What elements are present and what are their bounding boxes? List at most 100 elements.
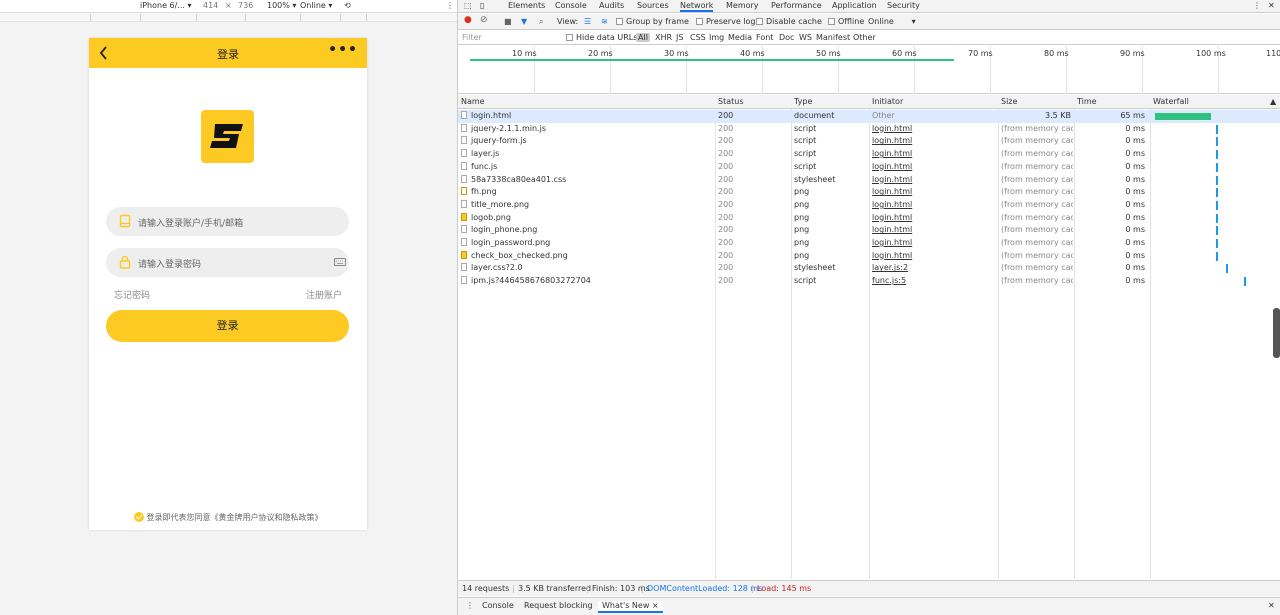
- username-input[interactable]: 请输入登录账户/手机/邮箱: [106, 207, 349, 236]
- cell-initiator[interactable]: login.html: [872, 200, 992, 209]
- throttle-dropdown[interactable]: Online ▾: [868, 17, 916, 26]
- agreement-text[interactable]: 登录即代表您同意《黄金牌用户协议和隐私政策》: [147, 513, 323, 522]
- device-width[interactable]: 414: [203, 1, 218, 10]
- throttle-select[interactable]: Online ▾: [300, 1, 332, 10]
- forgot-password-link[interactable]: 忘记密码: [114, 288, 150, 301]
- table-row[interactable]: logob.png 200 png login.html (from memory ca…: [458, 212, 1280, 225]
- cell-initiator[interactable]: login.html: [872, 251, 992, 260]
- col-type[interactable]: Type: [794, 97, 812, 106]
- cell-initiator[interactable]: login.html: [872, 238, 992, 247]
- cell-name[interactable]: jquery-form.js: [461, 136, 711, 145]
- tab-audits[interactable]: Audits: [599, 1, 624, 10]
- drawer-menu-icon[interactable]: ⋮: [466, 601, 474, 610]
- table-row[interactable]: layer.js 200 script login.html (from memory …: [458, 148, 1280, 161]
- cell-name[interactable]: check_box_checked.png: [461, 250, 711, 260]
- more-icon[interactable]: •••: [328, 42, 358, 58]
- table-row[interactable]: jquery-form.js 200 script login.html (from m…: [458, 135, 1280, 148]
- cell-initiator[interactable]: login.html: [872, 149, 992, 158]
- group-by-frame-checkbox[interactable]: Group by frame: [616, 17, 689, 26]
- table-row[interactable]: 58a7338ca80ea401.css 200 stylesheet login.h…: [458, 174, 1280, 187]
- tab-performance[interactable]: Performance: [771, 1, 822, 10]
- cell-initiator[interactable]: login.html: [872, 124, 992, 133]
- type-filter-manifest[interactable]: Manifest: [816, 33, 850, 42]
- col-status[interactable]: Status: [718, 97, 744, 106]
- drawer-tab-console[interactable]: Console: [482, 601, 514, 610]
- offline-checkbox[interactable]: Offline: [828, 17, 864, 26]
- filter-input[interactable]: Filter: [462, 33, 482, 42]
- zoom-select[interactable]: 100% ▾: [267, 1, 296, 10]
- waterfall-view-icon[interactable]: ≋: [601, 17, 608, 26]
- type-filter-media[interactable]: Media: [728, 33, 752, 42]
- cell-initiator[interactable]: layer.js:2: [872, 263, 992, 272]
- rotate-icon[interactable]: ⟲: [344, 1, 351, 10]
- cell-name[interactable]: login_password.png: [461, 238, 711, 247]
- hide-data-urls-checkbox[interactable]: Hide data URLs: [566, 33, 637, 42]
- tab-network[interactable]: Network: [680, 1, 714, 12]
- cell-initiator[interactable]: login.html: [872, 175, 992, 184]
- cell-initiator[interactable]: Other: [872, 111, 992, 120]
- list-view-icon[interactable]: ☰: [584, 17, 591, 26]
- cell-name[interactable]: layer.js: [461, 149, 711, 158]
- table-row[interactable]: login_password.png 200 png login.html (from …: [458, 237, 1280, 250]
- table-row[interactable]: check_box_checked.png 200 png login.html (fr…: [458, 250, 1280, 263]
- table-row[interactable]: func.js 200 script login.html (from memory c…: [458, 161, 1280, 174]
- cell-initiator[interactable]: login.html: [872, 225, 992, 234]
- devtools-menu-icon[interactable]: ⋮: [1253, 1, 1261, 10]
- cell-initiator[interactable]: login.html: [872, 187, 992, 196]
- tab-sources[interactable]: Sources: [637, 1, 669, 10]
- cell-initiator[interactable]: login.html: [872, 213, 992, 222]
- type-filter-img[interactable]: Img: [709, 33, 724, 42]
- inspect-icon[interactable]: ⬚: [464, 1, 472, 10]
- col-size[interactable]: Size: [1001, 97, 1017, 106]
- tab-application[interactable]: Application: [832, 1, 877, 10]
- col-waterfall[interactable]: Waterfall: [1153, 97, 1189, 106]
- cell-name[interactable]: ipm.js?446458676803272704: [461, 276, 711, 285]
- register-link[interactable]: 注册账户: [306, 288, 342, 301]
- scrollbar-thumb[interactable]: [1273, 308, 1280, 358]
- clear-icon[interactable]: ⊘: [480, 15, 488, 25]
- keyboard-icon[interactable]: [334, 256, 346, 268]
- table-row[interactable]: jquery-2.1.1.min.js 200 script login.html (f…: [458, 123, 1280, 136]
- cell-name[interactable]: layer.css?2.0: [461, 263, 711, 272]
- type-filter-js[interactable]: JS: [676, 33, 683, 42]
- drawer-tab-whats-new[interactable]: What's New ×: [598, 601, 663, 613]
- type-filter-other[interactable]: Other: [853, 33, 876, 42]
- type-filter-doc[interactable]: Doc: [779, 33, 794, 42]
- sort-arrow-icon[interactable]: ▲: [1270, 97, 1276, 106]
- type-filter-css[interactable]: CSS: [690, 33, 706, 42]
- camera-icon[interactable]: ■: [504, 17, 512, 26]
- cell-initiator[interactable]: func.js:5: [872, 276, 992, 285]
- table-row[interactable]: login_phone.png 200 png login.html (from mem…: [458, 224, 1280, 237]
- table-row[interactable]: ipm.js?446458676803272704 200 script func.j…: [458, 275, 1280, 288]
- cell-name[interactable]: login.html: [461, 111, 711, 120]
- tab-console[interactable]: Console: [555, 1, 587, 10]
- col-initiator[interactable]: Initiator: [872, 97, 903, 106]
- record-icon[interactable]: ●: [464, 15, 472, 25]
- cell-name[interactable]: fh.png: [461, 187, 711, 196]
- device-toggle-icon[interactable]: ▯: [480, 1, 484, 10]
- table-row[interactable]: title_more.png 200 png login.html (from memo…: [458, 199, 1280, 212]
- close-icon[interactable]: ✕: [1268, 1, 1275, 10]
- col-time[interactable]: Time: [1077, 97, 1097, 106]
- cell-name[interactable]: logob.png: [461, 212, 711, 222]
- drawer-tab-request-blocking[interactable]: Request blocking: [524, 601, 593, 610]
- search-icon[interactable]: ⌕: [539, 17, 543, 27]
- cell-initiator[interactable]: login.html: [872, 162, 992, 171]
- drawer-close-icon[interactable]: ✕: [1268, 601, 1275, 610]
- type-filter-all[interactable]: All: [636, 33, 650, 42]
- password-input[interactable]: 请输入登录密码: [106, 248, 349, 277]
- cell-initiator[interactable]: login.html: [872, 136, 992, 145]
- login-button[interactable]: 登录: [106, 310, 349, 342]
- tab-security[interactable]: Security: [887, 1, 920, 10]
- filter-icon[interactable]: ▼: [521, 17, 527, 26]
- agreement-checkbox-icon[interactable]: [133, 512, 144, 522]
- tab-elements[interactable]: Elements: [508, 1, 545, 10]
- device-height[interactable]: 736: [238, 1, 253, 10]
- cell-name[interactable]: 58a7338ca80ea401.css: [461, 174, 711, 184]
- col-name[interactable]: Name: [461, 97, 485, 106]
- type-filter-ws[interactable]: WS: [799, 33, 812, 42]
- table-row[interactable]: fh.png 200 png login.html (from memory cac..…: [458, 186, 1280, 199]
- cell-name[interactable]: func.js: [461, 161, 711, 171]
- table-row[interactable]: layer.css?2.0 200 stylesheet layer.js:2 (fro…: [458, 262, 1280, 275]
- type-filter-xhr[interactable]: XHR: [655, 33, 672, 42]
